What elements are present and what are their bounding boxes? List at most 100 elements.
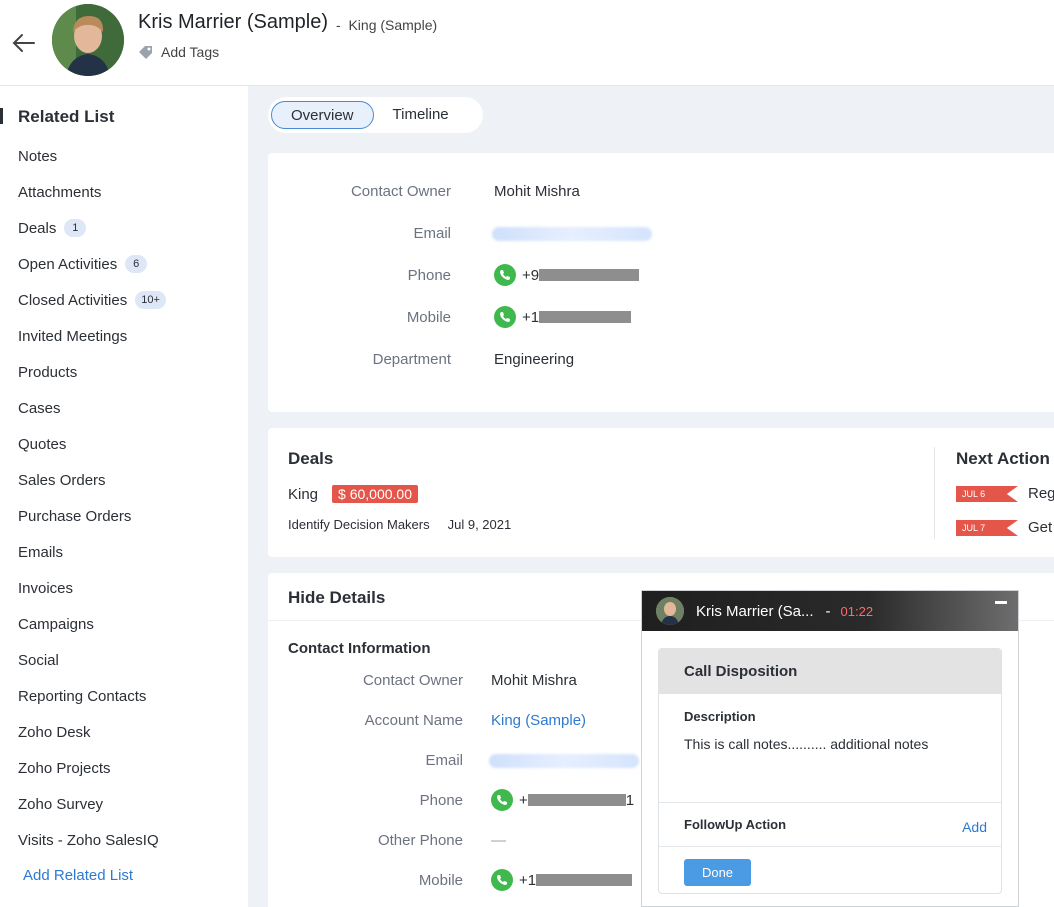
deal-name[interactable]: King: [288, 486, 318, 503]
sidebar-item-label: Products: [18, 363, 78, 381]
caller-name: Kris Marrier (Sa...: [696, 602, 814, 620]
sidebar-item-open-activities[interactable]: Open Activities 6: [18, 252, 166, 288]
sidebar-item-label: Invoices: [18, 579, 74, 597]
tab-overview[interactable]: Overview: [271, 101, 374, 129]
blurred-email: [492, 227, 652, 241]
account-link[interactable]: - King (Sample): [336, 17, 437, 33]
back-arrow-icon[interactable]: [10, 30, 38, 56]
sidebar-item-label: Invited Meetings: [18, 327, 128, 345]
call-mobile-icon[interactable]: [494, 306, 516, 328]
tab-timeline[interactable]: Timeline: [374, 101, 468, 129]
sidebar-item-products[interactable]: Products: [18, 360, 166, 396]
sidebar-item-sales-orders[interactable]: Sales Orders: [18, 468, 166, 504]
sidebar-item-emails[interactable]: Emails: [18, 540, 166, 576]
account-name[interactable]: King (Sample): [348, 17, 437, 33]
sidebar-item-label: Zoho Desk: [18, 723, 91, 741]
sidebar-item-campaigns[interactable]: Campaigns: [18, 612, 166, 648]
sidebar-item-label: Quotes: [18, 435, 67, 453]
mobile-prefix: +1: [519, 871, 537, 889]
call-disposition-panel: Call Disposition Description This is cal…: [658, 648, 1002, 894]
sidebar-item-invited-meetings[interactable]: Invited Meetings: [18, 324, 166, 360]
count-badge: 10+: [135, 291, 166, 309]
deal-row[interactable]: King $ 60,000.00: [288, 485, 418, 503]
blurred-email: [489, 754, 639, 768]
masked-mobile: [536, 874, 633, 886]
contact-owner-value[interactable]: Mohit Mishra: [491, 672, 577, 689]
mobile-prefix: +1: [522, 308, 540, 326]
contact-info-heading: Contact Information: [288, 640, 431, 657]
deal-stage: Identify Decision Makers: [288, 517, 430, 532]
view-tabs: Overview Timeline: [268, 97, 483, 133]
sidebar-item-cases[interactable]: Cases: [18, 396, 166, 432]
sidebar-item-quotes[interactable]: Quotes: [18, 432, 166, 468]
department-label: Department: [372, 351, 451, 368]
email-value[interactable]: [489, 754, 639, 768]
department-value[interactable]: Engineering: [494, 351, 574, 368]
sidebar-item-label: Social: [18, 651, 59, 669]
email-value[interactable]: [492, 227, 652, 241]
sidebar-item-zoho-survey[interactable]: Zoho Survey: [18, 792, 166, 828]
phone-value[interactable]: +9: [494, 264, 640, 286]
call-timer: 01:22: [840, 603, 874, 619]
sidebar-item-label: Cases: [18, 399, 61, 417]
phone-value[interactable]: +1: [491, 789, 634, 811]
sidebar-item-label: Attachments: [18, 183, 102, 201]
masked-phone: [539, 269, 640, 281]
description-textarea[interactable]: This is call notes.......... additional …: [684, 736, 984, 752]
sidebar-item-attachments[interactable]: Attachments: [18, 180, 166, 216]
call-popup-header[interactable]: Kris Marrier (Sa... - 01:22: [642, 591, 1018, 631]
contact-name: Kris Marrier (Sample): [138, 11, 329, 33]
sidebar-item-closed-activities[interactable]: Closed Activities 10+: [18, 288, 166, 324]
hide-details-toggle[interactable]: Hide Details: [288, 588, 385, 608]
phone-prefix: +9: [522, 266, 540, 284]
mobile-label: Mobile: [418, 872, 463, 889]
sidebar-item-social[interactable]: Social: [18, 648, 166, 684]
sidebar-item-purchase-orders[interactable]: Purchase Orders: [18, 504, 166, 540]
sidebar-item-reporting-contacts[interactable]: Reporting Contacts: [18, 684, 166, 720]
masked-phone: [527, 794, 626, 806]
description-label: Description: [684, 709, 756, 724]
related-list-title: Related List: [18, 107, 115, 126]
mobile-value[interactable]: +1: [491, 869, 633, 891]
sidebar-item-label: Sales Orders: [18, 471, 106, 489]
contact-owner-value[interactable]: Mohit Mishra: [494, 183, 580, 200]
popup-divider: [659, 846, 1001, 847]
add-tags-button[interactable]: Add Tags: [138, 44, 219, 60]
count-badge: 1: [64, 219, 87, 237]
account-name-label: Account Name: [364, 712, 463, 729]
mobile-label: Mobile: [406, 309, 451, 326]
sidebar-item-invoices[interactable]: Invoices: [18, 576, 166, 612]
next-action-item[interactable]: Regi: [1028, 485, 1054, 502]
minimize-icon[interactable]: [995, 601, 1007, 604]
call-mobile-icon[interactable]: [491, 869, 513, 891]
contact-owner-label: Contact Owner: [362, 672, 463, 689]
sidebar-item-deals[interactable]: Deals 1: [18, 216, 166, 252]
next-action-title: Next Action: [956, 449, 1050, 468]
done-button[interactable]: Done: [684, 859, 751, 886]
contact-avatar[interactable]: [52, 4, 124, 76]
sidebar-item-zoho-projects[interactable]: Zoho Projects: [18, 756, 166, 792]
record-header: Kris Marrier (Sample) - King (Sample) Ad…: [0, 0, 1054, 86]
add-followup-link[interactable]: Add: [962, 819, 987, 835]
sidebar-item-label: Campaigns: [18, 615, 94, 633]
call-phone-icon[interactable]: [494, 264, 516, 286]
phone-label: Phone: [419, 792, 463, 809]
active-indicator: [0, 108, 3, 124]
account-name-link[interactable]: King (Sample): [491, 712, 586, 729]
email-label: Email: [413, 225, 451, 242]
deals-divider: [934, 447, 935, 539]
call-popup: Kris Marrier (Sa... - 01:22 Call Disposi…: [641, 590, 1019, 907]
sidebar-item-notes[interactable]: Notes: [18, 144, 166, 180]
masked-mobile: [539, 311, 632, 323]
next-action-item[interactable]: Get: [1028, 519, 1052, 536]
tag-icon: [139, 45, 152, 59]
add-related-list-link[interactable]: Add Related List: [23, 867, 133, 884]
mobile-value[interactable]: +1: [494, 306, 632, 328]
phone-label: Phone: [407, 267, 451, 284]
sidebar-item-zoho-desk[interactable]: Zoho Desk: [18, 720, 166, 756]
other-phone-value[interactable]: —: [491, 832, 506, 849]
add-tags-label: Add Tags: [161, 44, 220, 60]
call-phone-icon[interactable]: [491, 789, 513, 811]
sidebar-item-visits-zoho-salesiq[interactable]: Visits - Zoho SalesIQ: [18, 828, 166, 864]
sidebar-item-label: Open Activities: [18, 255, 118, 273]
